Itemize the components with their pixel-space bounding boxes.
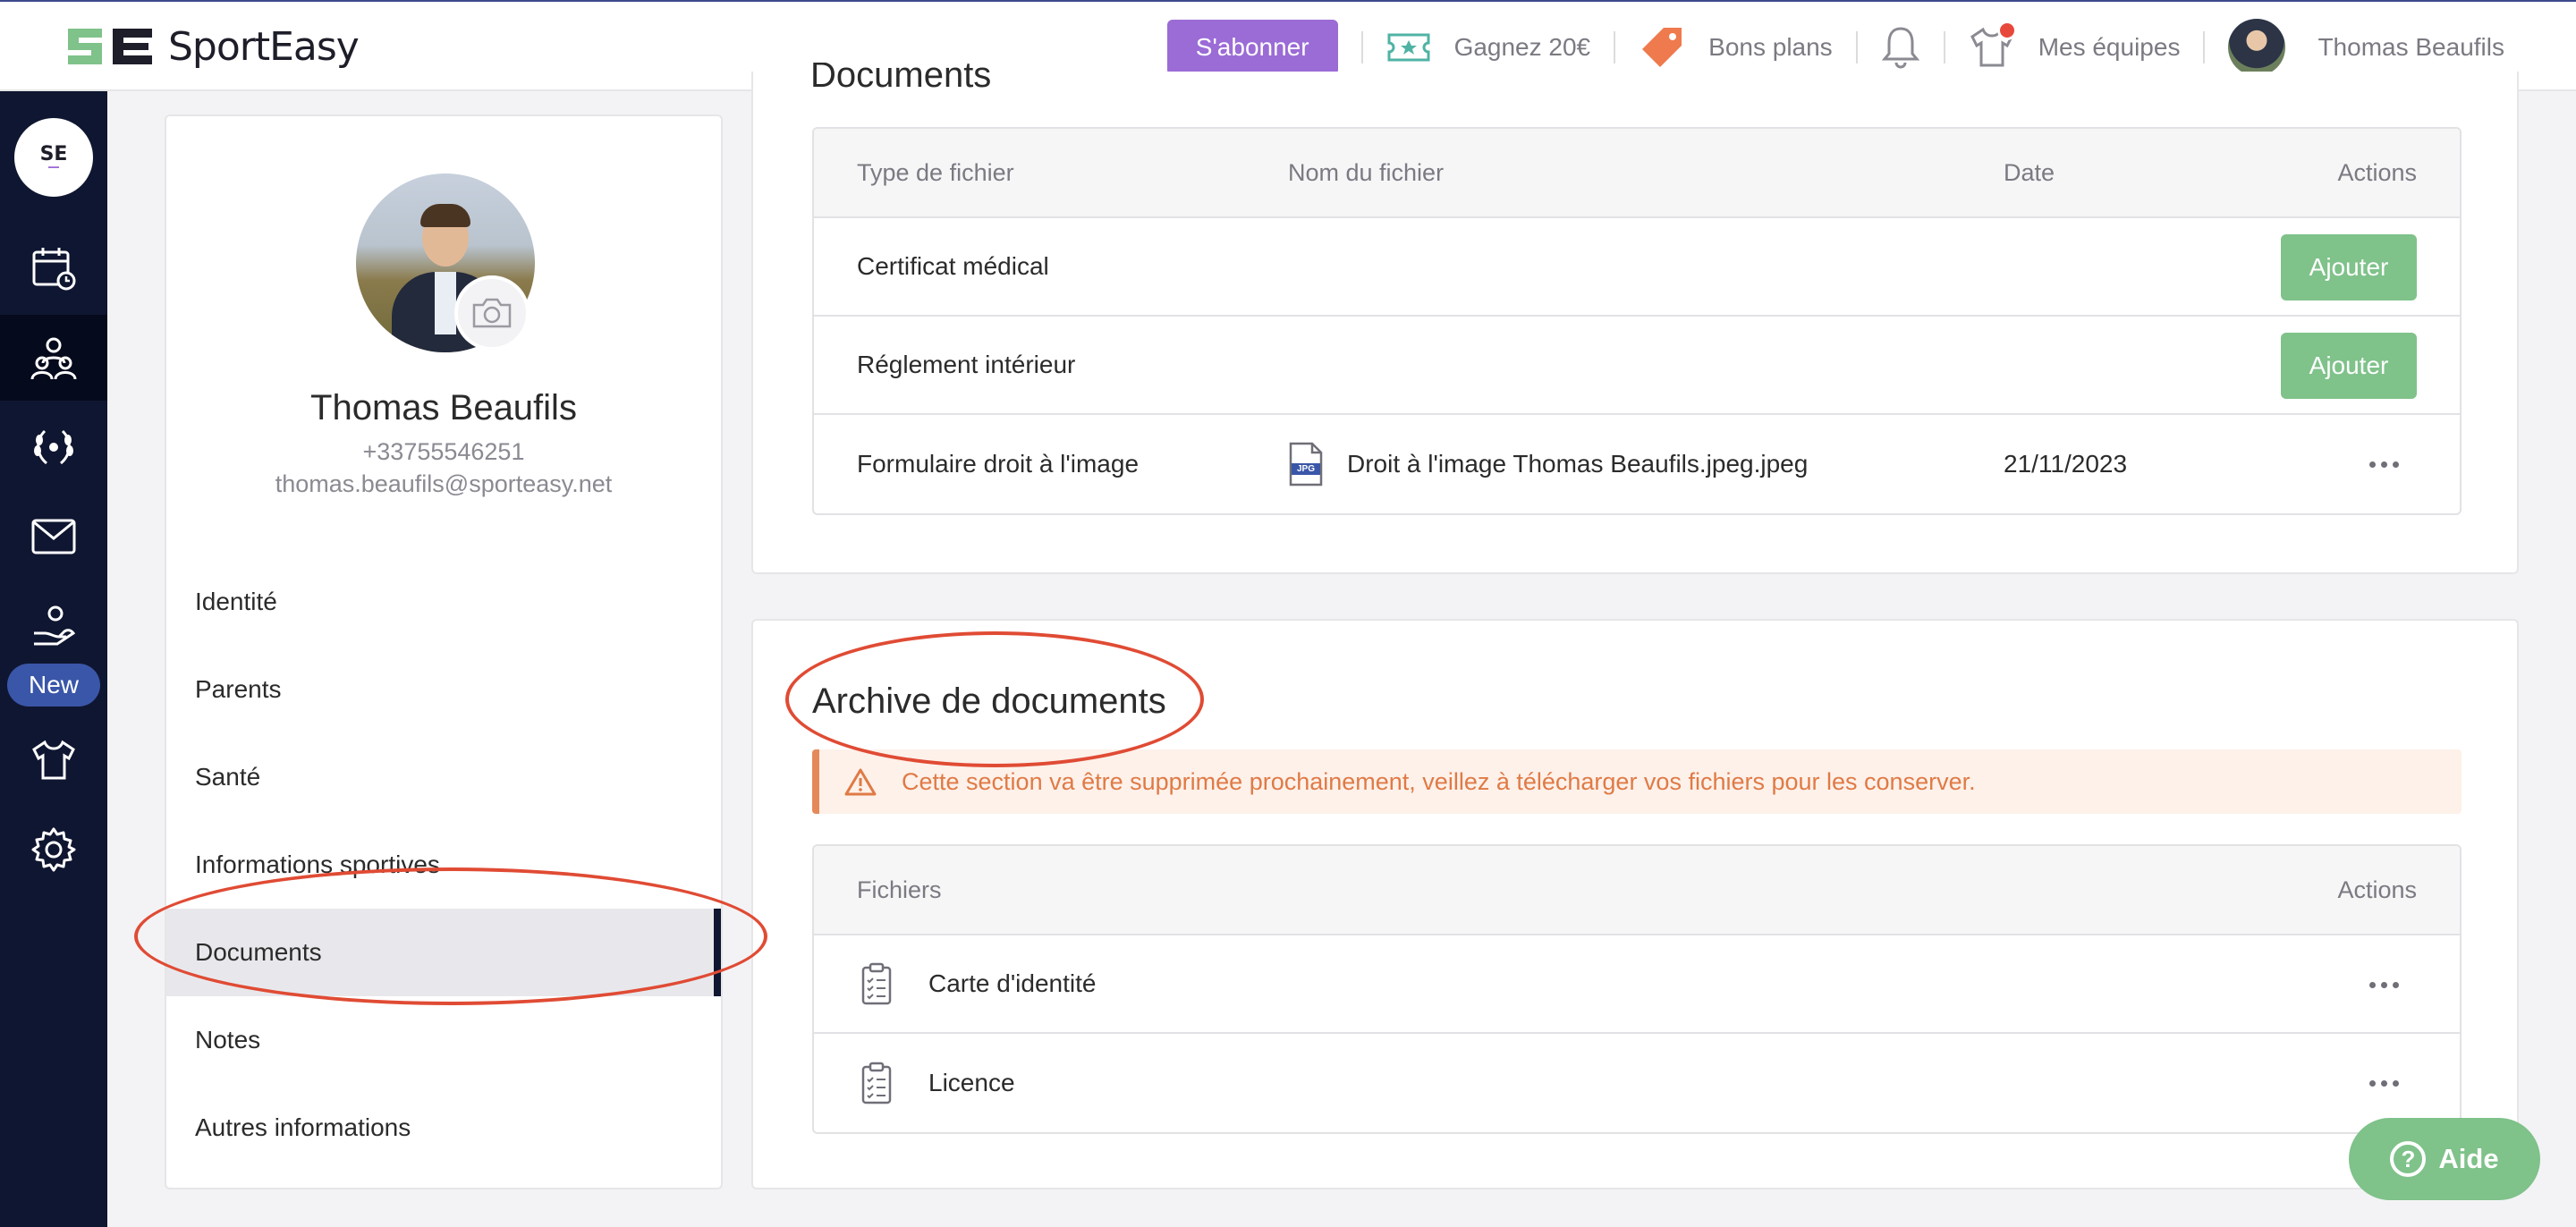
divider: [1614, 31, 1616, 63]
header-file-name: Nom du fichier: [1288, 158, 1445, 186]
user-avatar: [2228, 19, 2286, 76]
users-group-icon: [30, 337, 77, 380]
my-teams-link[interactable]: Mes équipes: [1969, 21, 2181, 71]
question-mark-icon: ?: [2390, 1141, 2427, 1177]
user-name: Thomas Beaufils: [2318, 33, 2504, 61]
deals-label: Bons plans: [1708, 33, 1833, 61]
se-logo-icon: [68, 29, 152, 64]
profile-phone: +33755546251: [362, 438, 525, 465]
my-teams-label: Mes équipes: [2038, 33, 2181, 61]
archive-warning: Cette section va être supprimée prochain…: [812, 749, 2462, 814]
referral-label: Gagnez 20€: [1453, 33, 1591, 61]
sidebar-item-services[interactable]: [0, 583, 107, 669]
more-options-icon[interactable]: [2369, 461, 2399, 468]
help-button[interactable]: ? Aide: [2349, 1118, 2540, 1200]
ticket-icon: [1386, 32, 1431, 63]
menu-item-notes[interactable]: Notes: [166, 996, 721, 1084]
warning-triangle-icon: [844, 767, 877, 796]
clipboard-list-icon: [860, 935, 893, 1032]
club-logo[interactable]: SE ▬▬: [14, 118, 93, 197]
documents-panel: Type de fichier Nom du fichier Date Acti…: [751, 72, 2519, 574]
deals-link[interactable]: Bons plans: [1639, 24, 1833, 71]
profile-email: thomas.beaufils@sporteasy.net: [275, 470, 613, 497]
documents-title: Documents: [810, 63, 992, 95]
header-file-type: Type de fichier: [857, 158, 1014, 186]
archive-title: Archive de documents: [812, 681, 1166, 721]
menu-item-health[interactable]: Santé: [166, 733, 721, 821]
header-actions: Actions: [2337, 876, 2417, 903]
sidebar-item-settings[interactable]: [0, 807, 107, 893]
divider: [1855, 31, 1858, 63]
calendar-clock-icon: [32, 248, 76, 291]
file-type-badge: JPG: [1296, 464, 1315, 474]
divider: [2203, 31, 2206, 63]
archive-table-header: Fichiers Actions: [814, 846, 2460, 935]
gear-icon: [31, 827, 76, 872]
add-medical-certificate-button[interactable]: Ajouter: [2281, 234, 2417, 300]
help-label: Aide: [2438, 1143, 2499, 1174]
table-row: Carte d'identité: [814, 935, 2460, 1034]
brand-name: SportEasy: [168, 23, 360, 70]
row-file-type: Réglement intérieur: [857, 351, 1076, 378]
profile-card: Thomas Beaufils +33755546251 thomas.beau…: [165, 114, 723, 1189]
file-link[interactable]: JPG Droit à l'image Thomas Beaufils.jpeg…: [1288, 415, 1808, 513]
menu-item-parents[interactable]: Parents: [166, 646, 721, 733]
referral-link[interactable]: Gagnez 20€: [1386, 32, 1591, 63]
profile-menu: Identité Parents Santé Informations spor…: [166, 558, 721, 1172]
sidebar-item-shop[interactable]: [0, 717, 107, 803]
user-menu[interactable]: Thomas Beaufils: [2228, 19, 2504, 76]
table-row: Formulaire droit à l'image JPG Droit à l…: [814, 415, 2460, 513]
main-sidebar: SE ▬▬ New: [0, 91, 107, 1227]
header-date: Date: [2004, 158, 2055, 186]
menu-item-identity[interactable]: Identité: [166, 558, 721, 646]
menu-item-sports-info[interactable]: Informations sportives: [166, 821, 721, 909]
archive-panel: Archive de documents Cette section va êt…: [751, 619, 2519, 1189]
price-tag-icon: [1639, 24, 1685, 71]
profile-name: Thomas Beaufils: [310, 388, 577, 427]
archived-file-name[interactable]: Licence: [928, 1034, 1015, 1132]
row-date: 21/11/2023: [2004, 450, 2128, 478]
clipboard-list-icon: [860, 1034, 893, 1132]
subscribe-button[interactable]: S'abonner: [1166, 20, 1338, 75]
menu-item-documents[interactable]: Documents: [166, 909, 721, 996]
sidebar-item-calendar[interactable]: [0, 225, 107, 311]
tshirt-icon: [32, 740, 75, 780]
warning-text: Cette section va être supprimée prochain…: [902, 767, 1976, 795]
row-file-type: Certificat médical: [857, 252, 1049, 280]
new-badge: New: [7, 664, 100, 707]
envelope-icon: [31, 519, 76, 554]
archived-file-name[interactable]: Carte d'identité: [928, 935, 1096, 1032]
sidebar-item-members[interactable]: [0, 315, 107, 401]
jersey-icon: [1969, 21, 2017, 71]
add-internal-rules-button[interactable]: Ajouter: [2281, 333, 2417, 399]
divider: [1360, 31, 1363, 63]
file-name: Droit à l'image Thomas Beaufils.jpeg.jpe…: [1347, 450, 1809, 478]
row-file-type: Formulaire droit à l'image: [857, 450, 1140, 478]
archive-table: Fichiers Actions Carte d'identité Licenc…: [812, 844, 2462, 1134]
header-files: Fichiers: [857, 876, 942, 903]
laurel-icon: [34, 429, 73, 465]
divider: [1943, 31, 1945, 63]
menu-item-other-info[interactable]: Autres informations: [166, 1084, 721, 1172]
sidebar-item-competitions[interactable]: [0, 404, 107, 490]
notification-dot: [1996, 21, 2017, 40]
more-options-icon[interactable]: [2369, 982, 2399, 988]
header-actions: Actions: [2337, 158, 2417, 186]
camera-icon: [472, 298, 512, 328]
sidebar-item-messages[interactable]: [0, 494, 107, 580]
documents-table: Type de fichier Nom du fichier Date Acti…: [812, 127, 2462, 515]
club-logo-mark: SE: [39, 143, 68, 165]
documents-table-header: Type de fichier Nom du fichier Date Acti…: [814, 129, 2460, 218]
jpg-file-icon: JPG: [1288, 442, 1324, 487]
table-row: Réglement intérieur Ajouter: [814, 317, 2460, 415]
table-row: Licence: [814, 1034, 2460, 1132]
hand-heart-icon: [34, 605, 76, 646]
notifications-bell-icon[interactable]: [1881, 25, 1920, 70]
table-row: Certificat médical Ajouter: [814, 218, 2460, 317]
more-options-icon[interactable]: [2369, 1080, 2399, 1087]
club-logo-sub: ▬▬: [48, 165, 59, 170]
sporteasy-logo[interactable]: SportEasy: [64, 21, 360, 72]
change-photo-button[interactable]: [454, 275, 530, 351]
topbar-actions: S'abonner Gagnez 20€ Bons plans Mes équi…: [1166, 19, 2504, 76]
